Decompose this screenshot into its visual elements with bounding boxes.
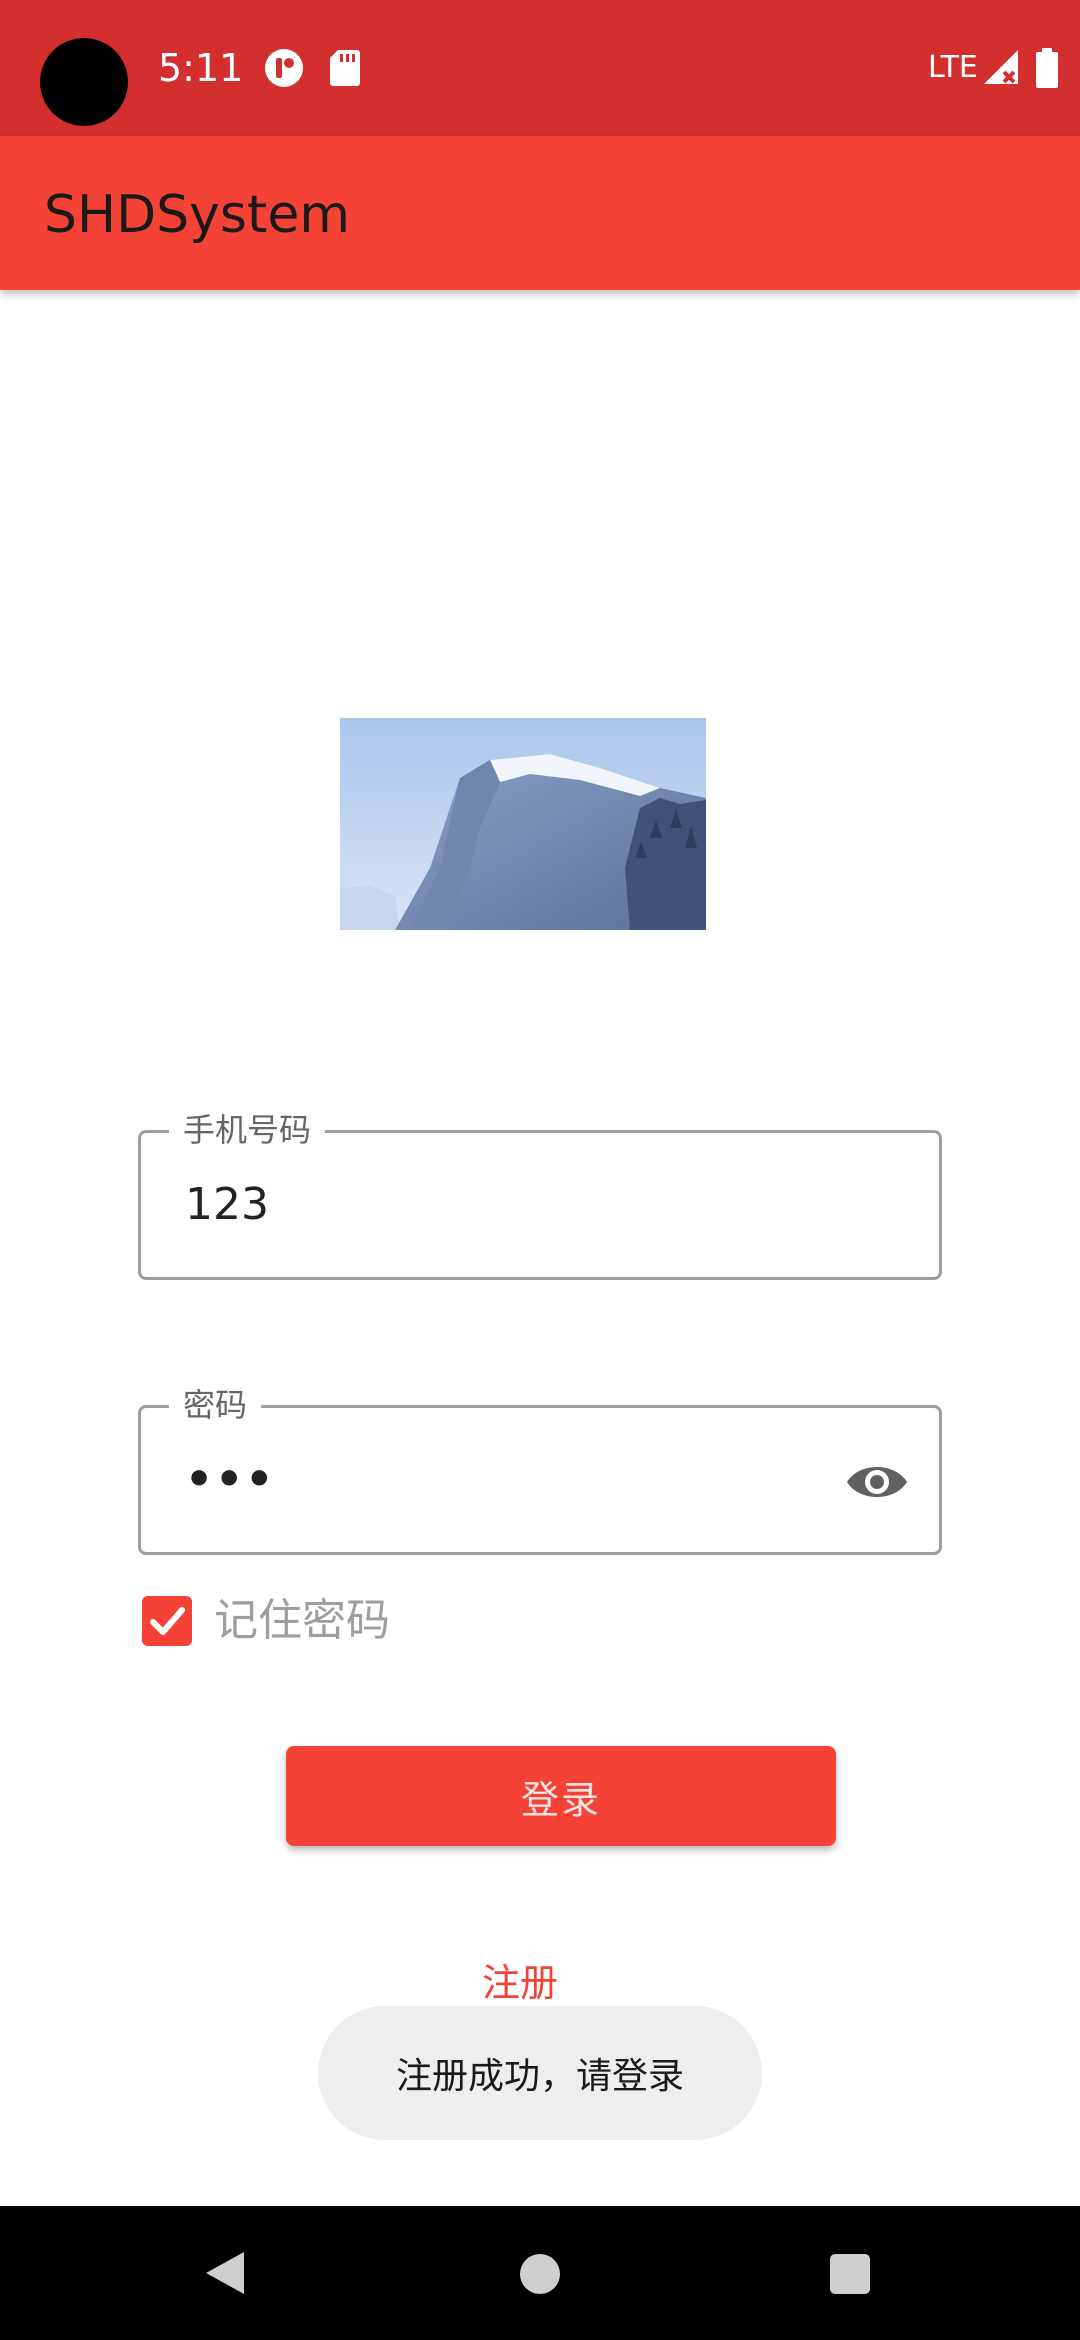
app-notification-icon	[265, 49, 303, 87]
recents-icon[interactable]	[830, 2254, 870, 2294]
status-time: 5:11	[158, 46, 244, 90]
signal-icon	[984, 50, 1018, 84]
app-bar: SHDSystem	[0, 136, 1080, 290]
status-bar: 5:11 LTE	[0, 0, 1080, 136]
app-title: SHDSystem	[44, 185, 351, 245]
remember-password-checkbox[interactable]	[142, 1596, 192, 1646]
toast-message: 注册成功，请登录	[318, 2006, 762, 2140]
login-button[interactable]: 登录	[286, 1746, 836, 1846]
network-type: LTE	[928, 50, 978, 85]
phone-input[interactable]: 123	[185, 1177, 805, 1233]
register-link[interactable]: 注册	[440, 1958, 600, 2008]
battery-icon	[1036, 48, 1058, 88]
password-field-label: 密码	[169, 1384, 262, 1426]
mountain-image	[340, 718, 706, 930]
sd-card-icon	[330, 50, 360, 86]
login-screen: 5:11 LTE SHDSystem 手机号码 123 密码 ••• 记住密码 …	[0, 0, 1080, 2340]
visibility-toggle-icon[interactable]	[845, 1452, 909, 1512]
phone-field-label: 手机号码	[169, 1109, 326, 1151]
remember-password-row[interactable]: 记住密码	[142, 1592, 542, 1652]
navigation-bar	[0, 2206, 1080, 2340]
phone-field[interactable]: 手机号码 123	[138, 1109, 942, 1280]
camera-cutout	[40, 38, 128, 126]
password-input[interactable]: •••	[185, 1452, 805, 1508]
home-icon[interactable]	[520, 2254, 560, 2294]
back-icon[interactable]	[202, 2250, 248, 2296]
password-field[interactable]: 密码 •••	[138, 1384, 942, 1555]
remember-password-label: 记住密码	[214, 1595, 390, 1646]
